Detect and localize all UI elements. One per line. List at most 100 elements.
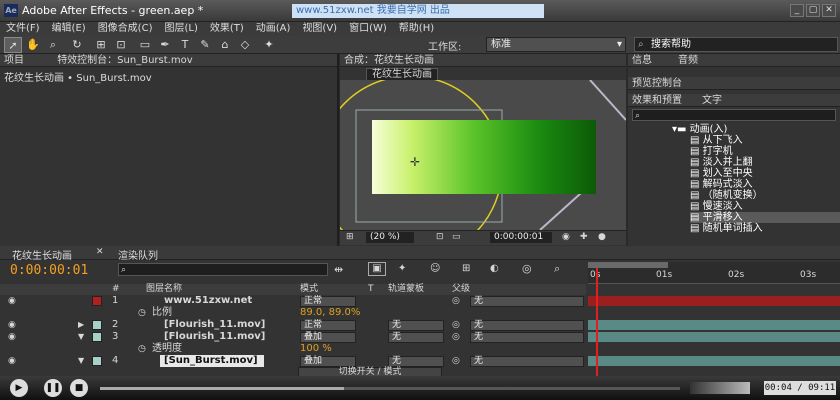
- blend-mode-select[interactable]: 叠加: [300, 332, 356, 343]
- volume-slider[interactable]: [690, 382, 750, 394]
- preset-item[interactable]: ▤ 淡入并上翻: [690, 157, 840, 168]
- timeline-search-input[interactable]: ⌕: [118, 263, 328, 276]
- property-value[interactable]: 89.0, 89.0%: [300, 307, 360, 319]
- stop-icon[interactable]: ■: [70, 379, 88, 397]
- viewer-timecode[interactable]: 0:00:00:01: [490, 232, 552, 243]
- comp-mini-flowchart-icon[interactable]: ⇹: [334, 263, 343, 276]
- blend-mode-select[interactable]: 正常: [300, 320, 356, 331]
- preset-item[interactable]: ▤ 解码式淡入: [690, 179, 840, 190]
- parent-select[interactable]: 无: [470, 356, 584, 367]
- blend-mode-select[interactable]: 叠加: [300, 356, 356, 367]
- pan-behind-tool-icon[interactable]: ⊡: [112, 37, 130, 53]
- clone-tool-icon[interactable]: ⌂: [216, 37, 234, 53]
- puppet-tool-icon[interactable]: ✦: [260, 37, 278, 53]
- blend-mode-select[interactable]: 正常: [300, 296, 356, 307]
- trkmat-select[interactable]: 无: [388, 356, 444, 367]
- text-tool-icon[interactable]: T: [176, 37, 194, 53]
- eye-icon[interactable]: ◉: [8, 331, 16, 343]
- eye-icon[interactable]: ◉: [8, 319, 16, 331]
- eye-icon[interactable]: ◉: [8, 295, 16, 307]
- tab-composition[interactable]: 合成：花纹生长动画: [344, 55, 434, 66]
- layer-row[interactable]: ◉ 1 www.51zxw.net 正常 ◎ 无: [0, 295, 586, 307]
- stopwatch-icon[interactable]: ◷: [138, 343, 146, 355]
- graph-editor-icon[interactable]: ◎: [522, 262, 532, 275]
- layer-track-bar[interactable]: [588, 356, 840, 366]
- seek-track[interactable]: [100, 387, 680, 390]
- parent-select[interactable]: 无: [470, 320, 584, 331]
- effects-search-input[interactable]: ⌕: [632, 109, 836, 121]
- brainstorm-icon[interactable]: ⌕: [554, 262, 560, 276]
- play-icon[interactable]: ▶: [10, 379, 28, 397]
- pen-tool-icon[interactable]: ✒: [156, 37, 174, 53]
- menu-file[interactable]: 文件(F): [0, 22, 46, 36]
- menu-help[interactable]: 帮助(H): [393, 22, 440, 36]
- pickwhip-icon[interactable]: ◎: [452, 355, 460, 367]
- layer-track-bar[interactable]: [588, 332, 840, 342]
- safe-zones-icon[interactable]: ⊡: [436, 232, 444, 242]
- layer-row[interactable]: ◉ ▼ 3 [Flourish_11.mov] 叠加 无 ◎ 无: [0, 331, 586, 343]
- tab-text[interactable]: 文字: [702, 95, 722, 106]
- collapse-triangle-icon[interactable]: ▼: [78, 355, 84, 367]
- layer-track-bar[interactable]: [588, 296, 840, 306]
- preset-item[interactable]: ▤ 打字机: [690, 146, 840, 157]
- close-button[interactable]: ✕: [822, 4, 836, 17]
- preset-item[interactable]: ▤ 划入至中央: [690, 168, 840, 179]
- grid-icon[interactable]: ⊞: [346, 232, 354, 242]
- maximize-button[interactable]: ▢: [806, 4, 820, 17]
- trkmat-select[interactable]: 无: [388, 320, 444, 331]
- label-color-swatch[interactable]: [92, 296, 102, 306]
- tab-preview[interactable]: 预览控制台: [632, 78, 682, 89]
- menu-composition[interactable]: 图像合成(C): [92, 22, 159, 36]
- layer-row[interactable]: ◉ ▼ 4 [Sun_Burst.mov] 叠加 无 ◎ 无: [0, 355, 586, 367]
- parent-select[interactable]: 无: [470, 332, 584, 343]
- live-update-icon[interactable]: ▣: [368, 262, 386, 276]
- label-color-swatch[interactable]: [92, 320, 102, 330]
- eraser-tool-icon[interactable]: ◇: [236, 37, 254, 53]
- zoom-select[interactable]: (20 %): [366, 232, 414, 243]
- motion-blur-icon[interactable]: ◐: [490, 263, 499, 274]
- collapse-triangle-icon[interactable]: ▼: [78, 331, 84, 343]
- layer-track-bar[interactable]: [588, 320, 840, 330]
- camera-snapshot-icon[interactable]: ◉: [562, 232, 570, 242]
- tab-info[interactable]: 信息: [632, 55, 652, 66]
- pickwhip-icon[interactable]: ◎: [452, 331, 460, 343]
- layer-name[interactable]: [Sun_Burst.mov]: [160, 355, 264, 367]
- layer-row[interactable]: ◉ ▶ 2 [Flourish_11.mov] 正常 无 ◎ 无: [0, 319, 586, 331]
- layer-name[interactable]: [Flourish_11.mov]: [164, 319, 265, 331]
- menu-edit[interactable]: 编辑(E): [46, 22, 92, 36]
- layer-name[interactable]: [Flourish_11.mov]: [164, 331, 265, 343]
- minimize-button[interactable]: _: [790, 4, 804, 17]
- mask-toggle-icon[interactable]: ▭: [452, 232, 461, 242]
- preset-item[interactable]: ▤ 从下飞入: [690, 135, 840, 146]
- stopwatch-icon[interactable]: ◷: [138, 307, 146, 319]
- brush-tool-icon[interactable]: ✎: [196, 37, 214, 53]
- tab-effect-controls[interactable]: 特效控制台：Sun_Burst.mov: [57, 55, 192, 66]
- tab-effects-presets[interactable]: 效果和预置: [632, 95, 682, 106]
- help-search-input[interactable]: ⌕ 搜索帮助: [634, 37, 838, 52]
- rotate-tool-icon[interactable]: ↻: [68, 37, 86, 53]
- pause-icon[interactable]: ❚❚: [44, 379, 62, 397]
- draft3d-icon[interactable]: ✦: [398, 263, 406, 274]
- preset-item[interactable]: ▤ 慢速淡入: [690, 201, 840, 212]
- time-ruler[interactable]: 0s 01s 02s 03s: [588, 262, 840, 284]
- tab-project[interactable]: 项目: [4, 55, 24, 66]
- label-color-swatch[interactable]: [92, 332, 102, 342]
- expand-triangle-icon[interactable]: ▶: [78, 319, 84, 331]
- menu-animation[interactable]: 动画(A): [250, 22, 297, 36]
- property-row[interactable]: ◷ 透明度 100 %: [0, 343, 586, 355]
- folder-animation-in[interactable]: ▾▬ 动画(入): [672, 124, 840, 135]
- channel-icon[interactable]: ✚: [580, 232, 588, 242]
- color-channel-icon[interactable]: ●: [598, 232, 606, 242]
- pickwhip-icon[interactable]: ◎: [452, 319, 460, 331]
- selection-tool-icon[interactable]: ➚: [4, 37, 22, 53]
- workspace-select[interactable]: 标准 ▾: [486, 37, 626, 52]
- close-icon[interactable]: ✕: [96, 247, 104, 257]
- layer-name[interactable]: www.51zxw.net: [164, 295, 252, 307]
- menu-view[interactable]: 视图(V): [296, 22, 343, 36]
- trkmat-select[interactable]: 无: [388, 332, 444, 343]
- eye-icon[interactable]: ◉: [8, 355, 16, 367]
- work-area-bar[interactable]: [588, 262, 668, 268]
- zoom-tool-icon[interactable]: ⌕: [44, 37, 62, 53]
- mask-tool-icon[interactable]: ▭: [136, 37, 154, 53]
- timeline-timecode[interactable]: 0:00:00:01: [10, 263, 88, 278]
